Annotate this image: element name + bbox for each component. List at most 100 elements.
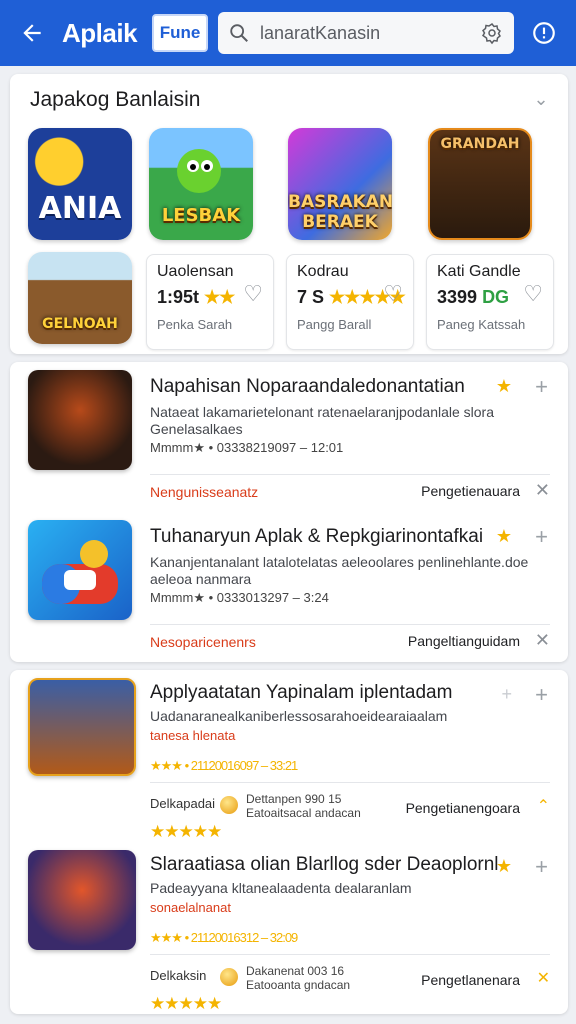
deal-details: Dakanenat 003 16 Eatooanta gndacan xyxy=(246,964,350,992)
item-description: Nataeat lakamarietelonant ratenaelaranjp… xyxy=(150,404,530,438)
mini-card-name: Uaolensan xyxy=(157,263,234,280)
star-icon[interactable]: ★ xyxy=(496,856,512,877)
divider xyxy=(150,954,550,955)
price-badge: DG xyxy=(482,287,510,307)
star-icon[interactable]: ★ xyxy=(496,376,512,397)
mini-card[interactable]: Kati Gandle 3399 DG ♡ Paneg Katssah xyxy=(426,254,554,350)
heart-icon[interactable]: ♡ xyxy=(523,281,543,307)
item-subtitle[interactable]: sonaelalnanat xyxy=(150,900,231,915)
deal-item[interactable]: Applyaatatan Yapinalam iplentadam Uadana… xyxy=(10,670,568,841)
deal-details: Dettanpen 990 15 Eatoaitsacal andacan xyxy=(246,792,361,820)
close-icon[interactable]: ✕ xyxy=(535,480,550,501)
item-title: Applyaatatan Yapinalam iplentadam xyxy=(150,682,453,703)
deals-section: Applyaatatan Yapinalam iplentadam Uadana… xyxy=(10,670,568,1014)
star-icon[interactable]: + xyxy=(501,684,512,705)
tile-label: BASRAKAN BERAEK xyxy=(288,192,392,232)
featured-section: Japakog Banlaisin ⌄ ANIA LESBAK BASRAKAN… xyxy=(10,74,568,354)
plus-icon[interactable]: + xyxy=(535,374,548,400)
back-button[interactable] xyxy=(12,13,52,53)
item-action[interactable]: Pengetienauara xyxy=(421,483,520,499)
divider xyxy=(150,782,550,783)
rating-stars: ★★★★★ xyxy=(150,822,222,841)
mini-card-price: 1:95t ★★ xyxy=(157,287,235,308)
rating-stars: ★★★★★ xyxy=(150,994,222,1013)
plus-icon[interactable]: + xyxy=(535,854,548,880)
coin-icon xyxy=(220,796,238,814)
info-icon xyxy=(533,22,555,44)
featured-title: Japakog Banlaisin xyxy=(30,88,201,111)
item-title: Napahisan Noparaandaledonantatian xyxy=(150,376,465,397)
deal-action[interactable]: Pengetlanenara xyxy=(421,972,520,988)
app-tile-ania[interactable]: ANIA xyxy=(28,128,132,240)
deal-label: Delkapadai xyxy=(150,796,216,811)
collapse-icon[interactable]: ⌄ xyxy=(528,86,554,112)
search-input[interactable]: lanaratKanasin xyxy=(218,12,514,54)
close-icon[interactable]: ✕ xyxy=(535,630,550,651)
mini-card[interactable]: Uaolensan 1:95t ★★ ♡ Penka Sarah xyxy=(146,254,274,350)
price-value: 7 S xyxy=(297,287,325,307)
item-link[interactable]: Nesoparicenenrs xyxy=(150,634,256,650)
tile-label: GRANDAH xyxy=(440,136,520,152)
price-value: 3399 xyxy=(437,287,478,307)
deal-line: Eatoaitsacal andacan xyxy=(246,806,361,820)
desc-line: Nataeat lakamarietelonant ratenaelaranjp… xyxy=(150,404,495,420)
plus-icon[interactable]: + xyxy=(535,682,548,708)
app-thumbnail xyxy=(28,520,132,620)
list-item[interactable]: Tuhanaryun Aplak & Repkgiarinontafkai Ka… xyxy=(10,512,568,662)
desc-line: aeleoa nanmara xyxy=(150,571,252,587)
item-action[interactable]: Pangeltianguidam xyxy=(408,633,520,649)
app-thumbnail xyxy=(28,370,132,470)
item-title: Slaraatiasa olian Blarllog sder Deaoplor… xyxy=(150,854,499,875)
list-item[interactable]: Napahisan Noparaandaledonantatian Nataea… xyxy=(10,362,568,512)
deal-line: Dakanenat 003 16 xyxy=(246,964,345,978)
deal-item[interactable]: Slaraatiasa olian Blarllog sder Deaoplor… xyxy=(10,842,568,1013)
item-description: Padeayyana kltanealaadenta dealaranlam xyxy=(150,880,412,896)
meta-text: ★★★ • 21120016097 – 33:21 xyxy=(150,758,298,773)
app-tile-basrakan[interactable]: BASRAKAN BERAEK xyxy=(288,128,392,240)
heart-icon[interactable]: ♡ xyxy=(383,281,403,307)
price-value: 1:95t xyxy=(157,287,200,307)
deal-line: Dettanpen 990 15 xyxy=(246,792,342,806)
mini-card-sub: Penka Sarah xyxy=(157,317,233,332)
deal-action[interactable]: Pengetianengoara xyxy=(406,800,520,816)
app-tile-grandah[interactable]: GRANDAH xyxy=(428,128,532,240)
app-tile-lesbak[interactable]: LESBAK xyxy=(149,128,253,240)
mini-card-sub: Pangg Barall xyxy=(297,317,372,332)
app-thumbnail xyxy=(28,678,136,776)
info-button[interactable] xyxy=(524,13,564,53)
item-description: Kananjentanalant latalotelatas aeleoolar… xyxy=(150,554,530,588)
fune-button[interactable]: Fune xyxy=(152,14,208,52)
item-meta: ★★★ • 21120016097 – 33:21 xyxy=(150,758,298,774)
mini-card-name: Kodrau xyxy=(297,263,349,280)
item-link[interactable]: Nengunisseanatz xyxy=(150,484,258,500)
settings-icon[interactable] xyxy=(480,21,504,45)
app-tile-gelnoah[interactable]: GELNOAH xyxy=(28,252,132,344)
app-title: Aplaik xyxy=(62,17,138,48)
rating-stars: ★★ xyxy=(204,287,235,307)
deal-line: Eatooanta gndacan xyxy=(246,978,351,992)
search-placeholder: lanaratKanasin xyxy=(260,22,381,43)
divider xyxy=(150,474,550,475)
arrow-left-icon xyxy=(23,24,41,42)
item-title: Tuhanaryun Aplak & Repkgiarinontafkai xyxy=(150,526,484,547)
mini-card-sub: Paneg Katssah xyxy=(437,317,526,332)
tile-label: ANIA xyxy=(38,191,122,226)
heart-icon[interactable]: ♡ xyxy=(243,281,263,307)
item-subtitle[interactable]: tanesa hlenata xyxy=(150,728,235,743)
app-thumbnail xyxy=(28,850,136,950)
mini-card-price: 3399 DG xyxy=(437,287,509,308)
app-header: Aplaik Fune lanaratKanasin xyxy=(0,0,576,66)
item-description: Uadanaranealkaniberlessosarahoeidearaiaa… xyxy=(150,708,448,724)
mini-card[interactable]: Kodrau 7 S ★★★★★ ♡ Pangg Barall xyxy=(286,254,414,350)
close-icon[interactable]: ✕ xyxy=(537,968,550,988)
search-icon xyxy=(230,24,248,42)
desc-line: Genelasalkaes xyxy=(150,421,243,437)
plus-icon[interactable]: + xyxy=(535,524,548,550)
item-meta: Mmmm★ • 0333013297 – 3:24 xyxy=(150,590,329,605)
mini-card-name: Kati Gandle xyxy=(437,263,521,280)
item-meta: Mmmm★ • 03338219097 – 12:01 xyxy=(150,440,344,455)
creature-icon xyxy=(177,149,221,193)
star-icon[interactable]: ★ xyxy=(496,526,512,547)
tile-label: GELNOAH xyxy=(42,316,118,332)
chevron-up-icon[interactable]: ⌃ xyxy=(537,796,550,816)
